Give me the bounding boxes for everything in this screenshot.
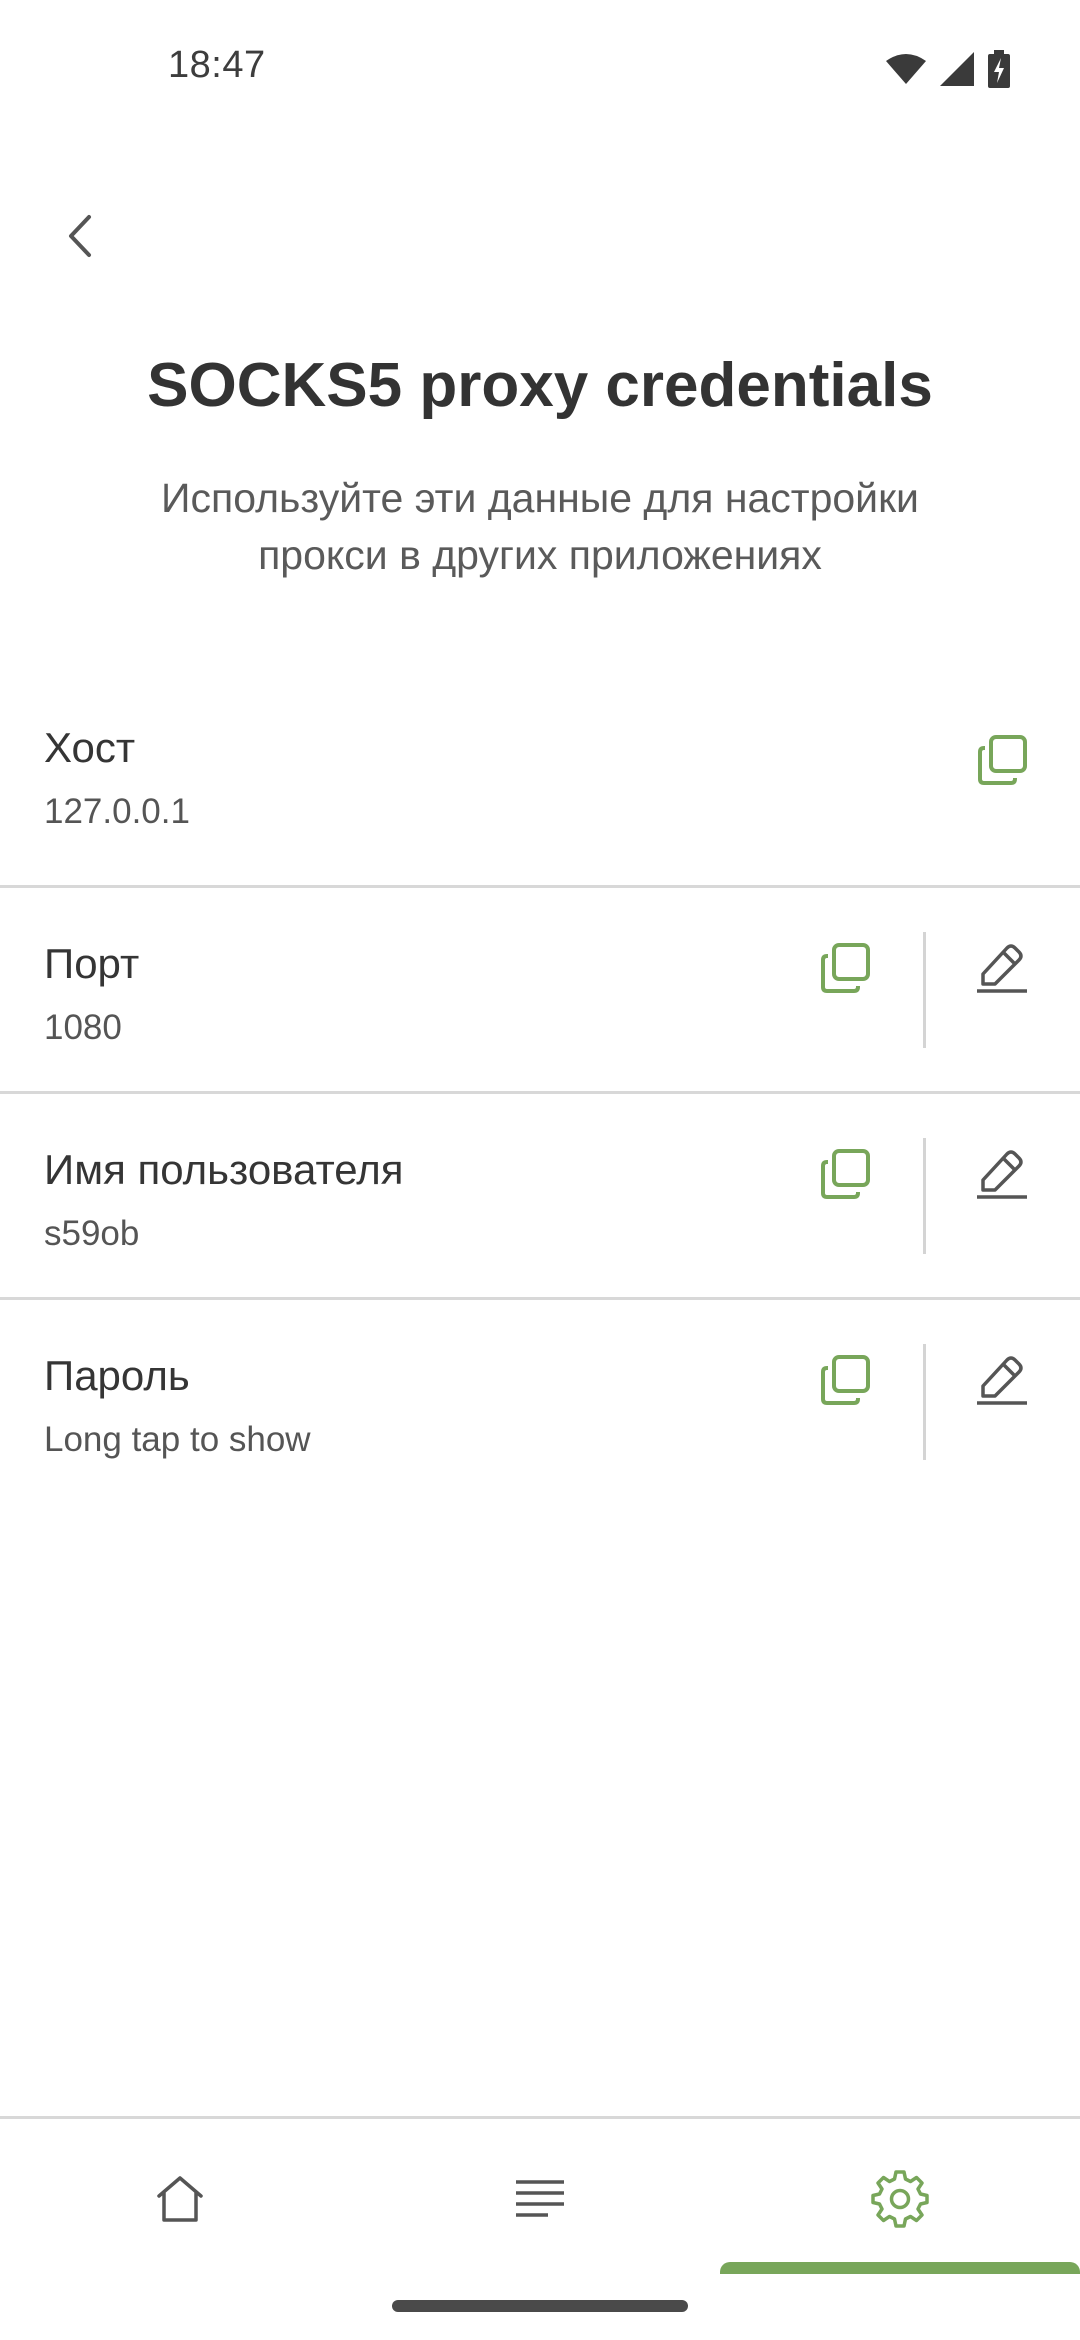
screen: 18:47 SOCKS5 proxy credentials Используй… <box>0 0 1080 2340</box>
edit-username-button[interactable] <box>964 1136 1040 1212</box>
username-value: s59ob <box>44 1214 140 1253</box>
copy-port-button[interactable] <box>808 930 884 1006</box>
pencil-icon <box>977 1356 1027 1405</box>
nav-item-list[interactable] <box>360 2119 720 2279</box>
gesture-bar[interactable] <box>392 2300 688 2312</box>
status-time: 18:47 <box>168 44 266 86</box>
pencil-icon <box>977 1150 1027 1199</box>
edit-port-button[interactable] <box>964 930 1040 1006</box>
row-divider <box>923 932 926 1048</box>
gear-icon <box>871 2170 929 2228</box>
username-label: Имя пользователя <box>44 1146 404 1193</box>
copy-icon <box>978 735 1027 785</box>
row-divider <box>923 1138 926 1254</box>
copy-icon <box>821 1355 870 1405</box>
password-label: Пароль <box>44 1352 190 1399</box>
edit-password-button[interactable] <box>964 1342 1040 1418</box>
credential-row-host[interactable]: Хост 127.0.0.1 <box>0 700 1080 888</box>
credential-row-port[interactable]: Порт 1080 <box>0 888 1080 1094</box>
signal-icon <box>940 52 974 91</box>
pencil-icon <box>977 944 1027 993</box>
battery-charging-icon <box>988 50 1010 93</box>
host-value: 127.0.0.1 <box>44 792 190 831</box>
row-divider <box>923 1344 926 1460</box>
chevron-left-icon <box>69 215 91 257</box>
wifi-icon <box>886 53 926 90</box>
copy-icon <box>821 943 870 993</box>
host-label: Хост <box>44 724 136 771</box>
port-value: 1080 <box>44 1008 122 1047</box>
status-bar: 18:47 <box>0 0 1080 140</box>
page-title: SOCKS5 proxy credentials <box>147 351 933 420</box>
nav-item-home[interactable] <box>0 2119 360 2279</box>
nav-item-settings[interactable] <box>720 2119 1080 2279</box>
page-subtitle: Используйте эти данные для настройки про… <box>161 475 919 578</box>
copy-icon <box>821 1149 870 1199</box>
home-icon <box>157 2176 203 2222</box>
active-tab-indicator <box>720 2262 1080 2274</box>
copy-host-button[interactable] <box>965 722 1041 798</box>
port-label: Порт <box>44 940 140 987</box>
list-icon <box>516 2180 564 2217</box>
copy-password-button[interactable] <box>808 1342 884 1418</box>
credential-row-username[interactable]: Имя пользователя s59ob <box>0 1094 1080 1300</box>
back-button[interactable] <box>44 200 116 272</box>
status-icons <box>886 50 1010 93</box>
password-hint: Long tap to show <box>44 1420 311 1459</box>
copy-username-button[interactable] <box>808 1136 884 1212</box>
credential-row-password[interactable]: Пароль Long tap to show <box>0 1300 1080 1500</box>
